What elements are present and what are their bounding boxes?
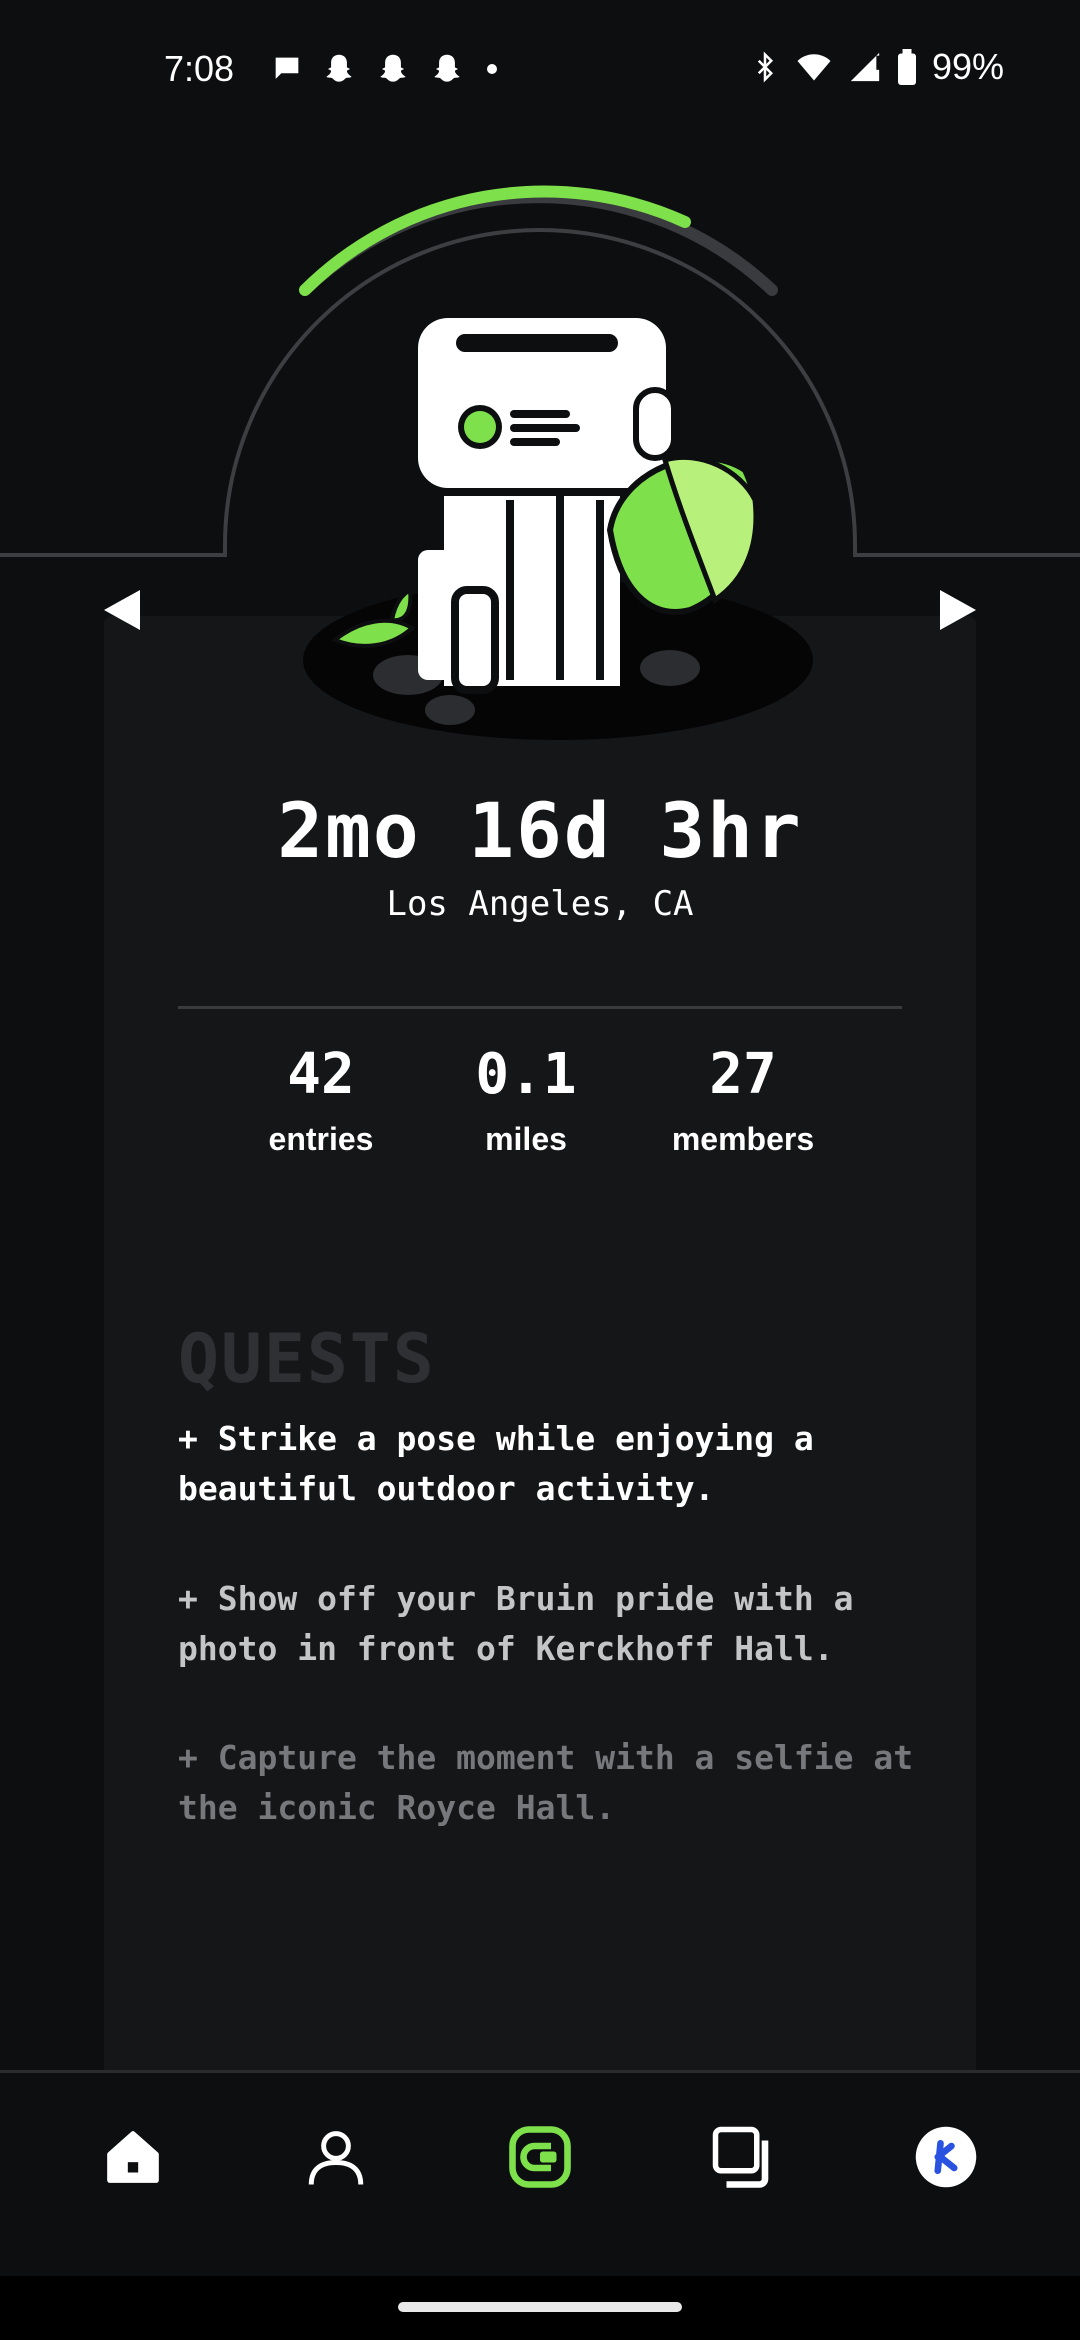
stat-value: 0.1 [475,1042,577,1107]
hero-illustration [0,185,1080,740]
chat-bubble-icon [275,57,299,79]
nav-home[interactable] [93,2117,173,2197]
divider [178,1006,902,1009]
hero-area [0,140,1080,760]
snapchat-icon [380,54,406,82]
quest-item: + Strike a pose while enjoying a beautif… [178,1419,814,1508]
wifi-icon [797,54,831,81]
stat-members: 27 members [643,1042,843,1158]
quest-item: + Show off your Bruin pride with a photo… [178,1579,854,1668]
home-icon [107,2131,159,2183]
stat-value: 27 [709,1042,777,1107]
status-time: 7:08 [164,48,235,89]
status-bar: 7:08 99% [0,0,1080,140]
bluetooth-icon [757,51,773,83]
notification-icons [270,50,502,88]
nav-profile[interactable] [296,2117,376,2197]
stats-row: 42 entries 0.1 miles 27 members [0,1042,1080,1182]
next-arrow-button[interactable] [928,580,988,640]
nav-avatar[interactable] [906,2117,986,2197]
battery-percentage: 99% [931,46,1004,87]
signal-icon [850,52,881,82]
dot-icon [487,64,497,74]
avatar-icon [915,2126,977,2188]
duration-text: 2mo 16d 3hr [277,786,803,875]
snapchat-icon [434,54,460,82]
snapchat-icon [326,54,352,82]
stat-entries: 42 entries [221,1042,421,1158]
triangle-right-icon [940,590,976,630]
profile-icon [308,2131,364,2185]
previous-arrow-button[interactable] [92,580,152,640]
system-icons: 99% [750,46,1004,88]
nav-capture[interactable] [500,2117,580,2197]
home-indicator[interactable] [398,2302,682,2312]
nav-gallery[interactable] [703,2117,783,2197]
stat-label: entries [268,1121,374,1157]
location-text: Los Angeles, CA [386,884,694,924]
stat-miles: 0.1 miles [426,1042,626,1158]
triangle-left-icon [104,590,140,630]
quests-title: QUESTS [178,1320,436,1399]
bottom-nav [0,2070,1080,2279]
quest-item: + Capture the moment with a selfie at th… [178,1738,914,1827]
stat-label: miles [485,1121,567,1157]
screen: 7:08 99% 2mo 16d 3hr Los Angeles, CA 42 … [0,0,1080,2340]
stat-label: members [671,1121,815,1157]
capture-icon [509,2126,571,2188]
gallery-icon [712,2126,769,2188]
battery-icon [897,49,916,85]
stat-value: 42 [287,1042,355,1107]
